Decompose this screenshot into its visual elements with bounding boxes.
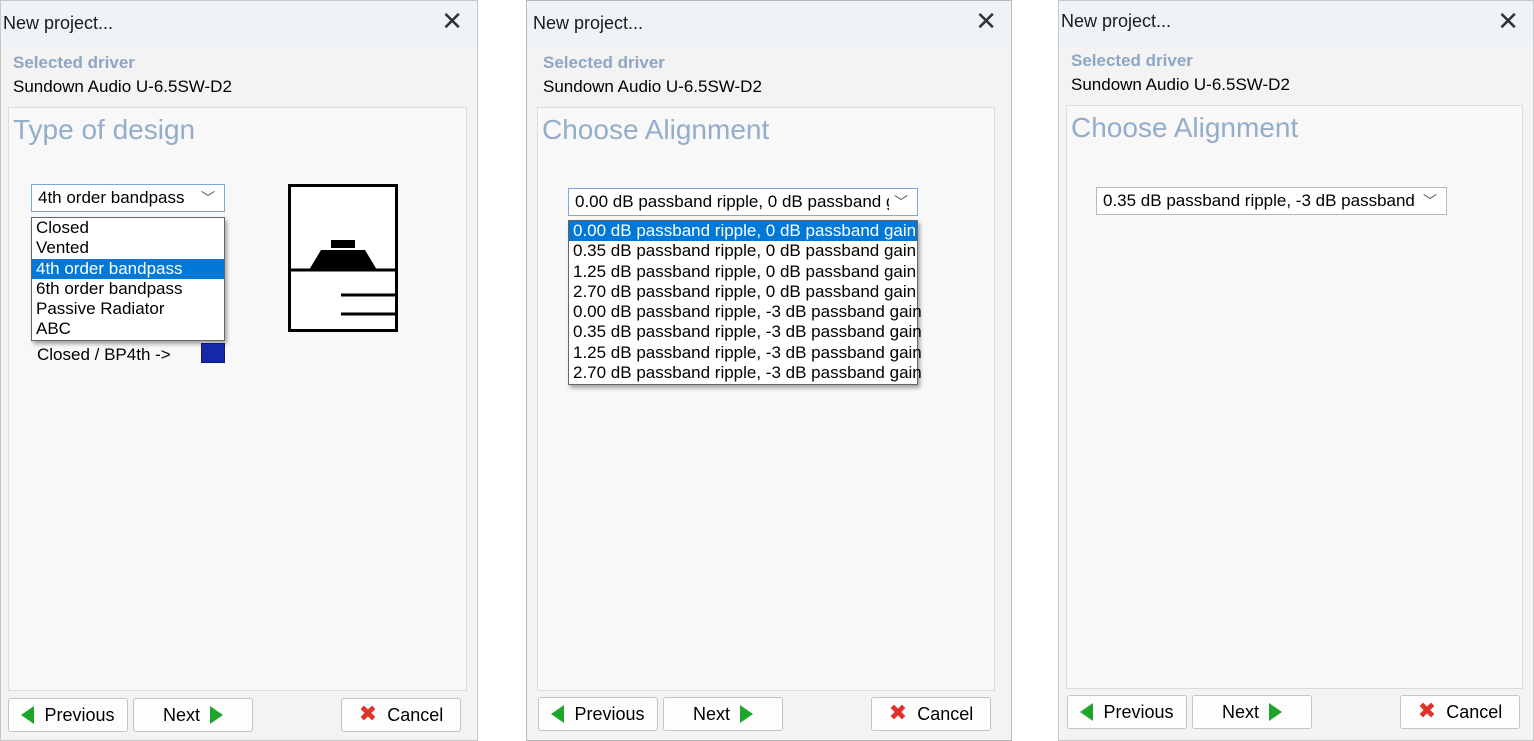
close-icon[interactable]: ✕: [441, 7, 463, 37]
chevron-down-icon[interactable]: ﹀: [1420, 188, 1440, 214]
next-button[interactable]: Next: [1192, 695, 1312, 729]
design-type-select[interactable]: 4th order bandpass ﹀: [31, 184, 225, 212]
previous-button[interactable]: Previous: [538, 697, 658, 731]
speaker-cone: [309, 250, 377, 270]
title-bar: New project... ✕: [1, 1, 477, 45]
window-title: New project...: [533, 13, 644, 33]
cancel-x-icon: ✖: [358, 702, 378, 727]
design-type-dropdown-list: Closed Vented 4th order bandpass 6th ord…: [31, 217, 225, 341]
panel-title: Choose Alignment: [1071, 112, 1299, 143]
next-arrow-icon: [1269, 703, 1282, 721]
previous-button[interactable]: Previous: [1067, 695, 1187, 729]
previous-label: Previous: [1103, 701, 1174, 722]
enclosure-drawing: [291, 240, 395, 316]
next-arrow-icon: [210, 706, 223, 724]
new-project-dialog-design-type: New project... ✕ Selected driver Sundown…: [0, 0, 478, 741]
previous-arrow-icon: [551, 705, 565, 723]
cancel-button[interactable]: ✖ Cancel: [871, 697, 991, 731]
next-button[interactable]: Next: [133, 698, 253, 732]
window-title: New project...: [3, 13, 114, 33]
alignment-option[interactable]: 0.35 dB passband ripple, 0 dB passband g…: [569, 241, 917, 261]
previous-arrow-icon: [1080, 703, 1094, 721]
cancel-label: Cancel: [1446, 701, 1503, 722]
next-label: Next: [692, 703, 730, 724]
legend-color-swatch: [201, 343, 225, 363]
alignment-select[interactable]: 0.00 dB passband ripple, 0 dB passband g…: [568, 188, 918, 216]
previous-label: Previous: [44, 704, 115, 725]
bandpass-enclosure-diagram: [288, 184, 398, 332]
panel-title: Type of design: [13, 114, 196, 145]
option-4th-order-bandpass[interactable]: 4th order bandpass: [32, 258, 224, 279]
title-bar: New project... ✕: [1059, 1, 1533, 45]
design-type-value: 4th order bandpass: [38, 188, 185, 207]
option-passive-radiator[interactable]: Passive Radiator: [32, 299, 224, 319]
selected-driver-label: Selected driver: [13, 53, 135, 72]
cancel-label: Cancel: [917, 703, 974, 724]
cancel-button[interactable]: ✖ Cancel: [341, 698, 461, 732]
close-icon[interactable]: ✕: [975, 7, 997, 37]
option-abc[interactable]: ABC: [32, 319, 224, 339]
title-bar: New project... ✕: [527, 1, 1011, 45]
cancel-button[interactable]: ✖ Cancel: [1400, 695, 1520, 729]
alignment-value: 0.00 dB passband ripple, 0 dB passband g…: [575, 192, 889, 211]
option-vented[interactable]: Vented: [32, 238, 224, 258]
alignment-option[interactable]: 2.70 dB passband ripple, -3 dB passband …: [569, 363, 922, 383]
option-closed[interactable]: Closed: [32, 218, 224, 238]
selected-driver-name: Sundown Audio U-6.5SW-D2: [1071, 75, 1290, 94]
previous-arrow-icon: [21, 706, 35, 724]
alignment-option[interactable]: 0.00 dB passband ripple, -3 dB passband …: [569, 302, 922, 322]
next-label: Next: [162, 704, 200, 725]
legend-label: Closed / BP4th ->: [37, 345, 171, 364]
previous-button[interactable]: Previous: [8, 698, 128, 732]
selected-driver-name: Sundown Audio U-6.5SW-D2: [543, 77, 762, 96]
selected-driver-label: Selected driver: [543, 53, 665, 72]
selected-driver-name: Sundown Audio U-6.5SW-D2: [13, 77, 232, 96]
next-label: Next: [1221, 701, 1259, 722]
alignment-dropdown-list: 0.00 dB passband ripple, 0 dB passband g…: [568, 220, 922, 385]
alignment-option[interactable]: 0.35 dB passband ripple, -3 dB passband …: [569, 322, 922, 342]
previous-label: Previous: [574, 703, 645, 724]
alignment-option[interactable]: 1.25 dB passband ripple, -3 dB passband …: [569, 343, 922, 363]
chevron-down-icon[interactable]: ﹀: [891, 189, 911, 215]
alignment-select[interactable]: 0.35 dB passband ripple, -3 dB passband …: [1096, 187, 1447, 215]
new-project-dialog-alignment-selected: New project... ✕ Selected driver Sundown…: [1058, 0, 1534, 741]
cancel-x-icon: ✖: [1417, 699, 1437, 724]
cancel-label: Cancel: [387, 704, 444, 725]
panel-title: Choose Alignment: [542, 114, 770, 145]
alignment-value: 0.35 dB passband ripple, -3 dB passband …: [1103, 191, 1417, 210]
selected-driver-label: Selected driver: [1071, 51, 1193, 70]
close-icon[interactable]: ✕: [1497, 7, 1519, 37]
alignment-option[interactable]: 1.25 dB passband ripple, 0 dB passband g…: [569, 262, 917, 282]
chevron-down-icon[interactable]: ﹀: [198, 185, 218, 211]
next-button[interactable]: Next: [663, 697, 783, 731]
alignment-option[interactable]: 2.70 dB passband ripple, 0 dB passband g…: [569, 282, 917, 302]
cancel-x-icon: ✖: [888, 701, 908, 726]
window-title: New project...: [1061, 11, 1172, 31]
alignment-option[interactable]: 0.00 dB passband ripple, 0 dB passband g…: [569, 221, 917, 242]
new-project-dialog-alignment-open: New project... ✕ Selected driver Sundown…: [526, 0, 1012, 741]
option-6th-order-bandpass[interactable]: 6th order bandpass: [32, 279, 224, 299]
next-arrow-icon: [740, 705, 753, 723]
speaker-magnet: [331, 240, 355, 248]
